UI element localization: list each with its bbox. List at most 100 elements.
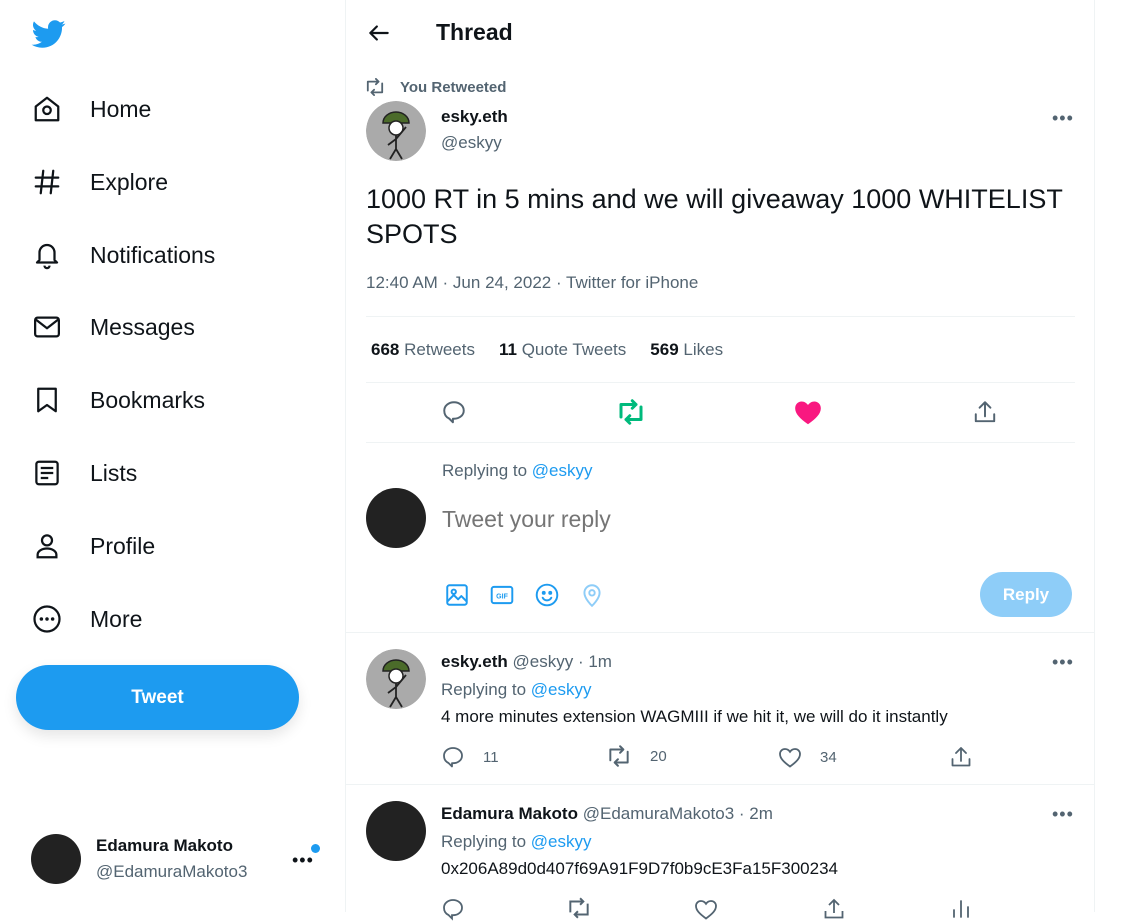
twitter-bird-icon[interactable]: [30, 17, 68, 51]
reply-text: 4 more minutes extension WAGMIII if we h…: [441, 707, 948, 726]
share-icon[interactable]: [963, 390, 1007, 434]
replying-to: Replying to @eskyy: [441, 832, 592, 851]
retweet-icon[interactable]: [609, 390, 653, 434]
like-heart-icon[interactable]: [786, 390, 830, 434]
sidebar-item-explore[interactable]: Explore: [30, 157, 168, 207]
svg-text:GIF: GIF: [496, 593, 508, 600]
author-name[interactable]: esky.eth: [441, 652, 508, 671]
tweet-text: 1000 RT in 5 mins and we will giveaway 1…: [366, 184, 1063, 249]
sidebar-item-lists[interactable]: Lists: [30, 448, 137, 498]
retweet-context: You Retweeted: [364, 78, 506, 96]
author-name[interactable]: Edamura Makoto: [441, 804, 578, 823]
tweet-button[interactable]: Tweet: [16, 665, 299, 730]
sidebar-item-messages[interactable]: Messages: [30, 302, 195, 352]
sidebar-item-label: Profile: [90, 532, 156, 559]
replying-handle-link[interactable]: @eskyy: [531, 680, 592, 699]
reply-input[interactable]: [442, 506, 942, 533]
back-arrow-icon[interactable]: [366, 20, 392, 46]
sidebar-item-notifications[interactable]: Notifications: [30, 230, 215, 280]
reply-icon[interactable]: [432, 390, 476, 434]
sidebar-item-label: Bookmarks: [90, 386, 206, 413]
account-switcher[interactable]: Edamura Makoto @EdamuraMakoto3 •••: [16, 822, 336, 892]
sidebar-item-home[interactable]: Home: [30, 84, 151, 134]
avatar: [366, 488, 426, 548]
replying-handle-link[interactable]: @eskyy: [531, 832, 592, 851]
more-circle-icon: [30, 602, 64, 636]
quote-tweets-stat[interactable]: 11 Quote Tweets: [499, 340, 626, 360]
person-icon: [30, 529, 64, 563]
divider: [346, 784, 1095, 785]
hashtag-icon: [30, 165, 64, 199]
bookmark-icon: [30, 383, 64, 417]
author-handle[interactable]: @eskyy: [513, 652, 574, 671]
main-column: Thread You Retweeted esky.eth @eskyy •••…: [346, 0, 1095, 921]
tweet-more-icon[interactable]: •••: [1052, 108, 1074, 129]
retweet-count: 20: [650, 747, 667, 765]
share-icon[interactable]: [822, 897, 864, 921]
image-icon[interactable]: [444, 582, 470, 608]
reply-header: Edamura Makoto @EdamuraMakoto3 · 2m: [441, 804, 773, 824]
avatar: [31, 834, 81, 884]
location-icon[interactable]: [579, 582, 605, 608]
divider: [346, 632, 1095, 633]
tweet-meta: 12:40 AM · Jun 24, 2022 · Twitter for iP…: [366, 273, 699, 292]
account-handle: @EdamuraMakoto3: [96, 862, 248, 881]
emoji-icon[interactable]: [534, 582, 560, 608]
retweet-icon: [364, 78, 386, 96]
account-name: Edamura Makoto: [96, 836, 233, 855]
reply-button[interactable]: Reply: [980, 572, 1072, 617]
author-avatar[interactable]: [366, 801, 426, 861]
heart-icon: [779, 748, 801, 768]
gif-icon[interactable]: GIF: [489, 582, 515, 608]
retweet-context-label: You Retweeted: [400, 78, 507, 96]
sidebar-item-label: More: [90, 605, 143, 632]
analytics-icon[interactable]: [949, 897, 991, 921]
sidebar-item-more[interactable]: More: [30, 594, 142, 644]
replying-handle-link[interactable]: @eskyy: [532, 461, 593, 480]
reply-count: 11: [483, 748, 499, 766]
tweet-more-icon[interactable]: •••: [1052, 652, 1074, 673]
notification-dot: [311, 844, 320, 853]
author-avatar[interactable]: [366, 101, 426, 161]
divider: [366, 382, 1075, 383]
list-icon: [30, 456, 64, 490]
sidebar-item-label: Messages: [90, 313, 195, 340]
sidebar-item-bookmarks[interactable]: Bookmarks: [30, 375, 205, 425]
author-handle[interactable]: @EdamuraMakoto3: [583, 804, 734, 823]
retweet-icon: [609, 745, 629, 767]
divider: [366, 316, 1075, 317]
composer-replying-to: Replying to @eskyy: [442, 461, 593, 480]
author-handle[interactable]: @eskyy: [441, 133, 502, 153]
home-icon: [30, 92, 64, 126]
like-action[interactable]: 34: [778, 745, 837, 769]
retweet-icon[interactable]: [566, 897, 610, 919]
retweet-action[interactable]: 20: [606, 745, 667, 767]
page-title: Thread: [436, 19, 513, 45]
likes-stat[interactable]: 569 Likes: [650, 340, 723, 360]
reply-icon: [443, 747, 463, 768]
replying-to: Replying to @eskyy: [441, 680, 592, 699]
reply-icon[interactable]: [441, 897, 483, 921]
like-count: 34: [820, 748, 837, 766]
sidebar-item-label: Lists: [90, 459, 138, 486]
envelope-icon: [30, 310, 64, 344]
sidebar-item-label: Notifications: [90, 241, 216, 268]
reply-text: 0x206A89d0d407f69A91F9D7f0b9cE3Fa15F3002…: [441, 859, 838, 878]
sidebar-item-label: Explore: [90, 168, 168, 195]
timestamp[interactable]: · 1m: [578, 652, 612, 671]
sidebar-item-profile[interactable]: Profile: [30, 521, 155, 571]
retweets-stat[interactable]: 668 Retweets: [371, 340, 475, 360]
sidebar: Home Explore Notifications Messages Book…: [0, 0, 346, 912]
reply-header: esky.eth @eskyy · 1m: [441, 652, 612, 672]
heart-icon[interactable]: [694, 897, 736, 921]
author-avatar[interactable]: [366, 649, 426, 709]
tweet-actions: [366, 390, 1075, 434]
share-icon[interactable]: [949, 745, 991, 769]
author-name[interactable]: esky.eth: [441, 107, 508, 127]
divider: [366, 442, 1075, 443]
timestamp[interactable]: · 2m: [739, 804, 773, 823]
reply-action[interactable]: 11: [441, 745, 499, 769]
more-dots-icon: •••: [292, 850, 314, 870]
tweet-more-icon[interactable]: •••: [1052, 804, 1074, 825]
bell-icon: [30, 238, 64, 272]
